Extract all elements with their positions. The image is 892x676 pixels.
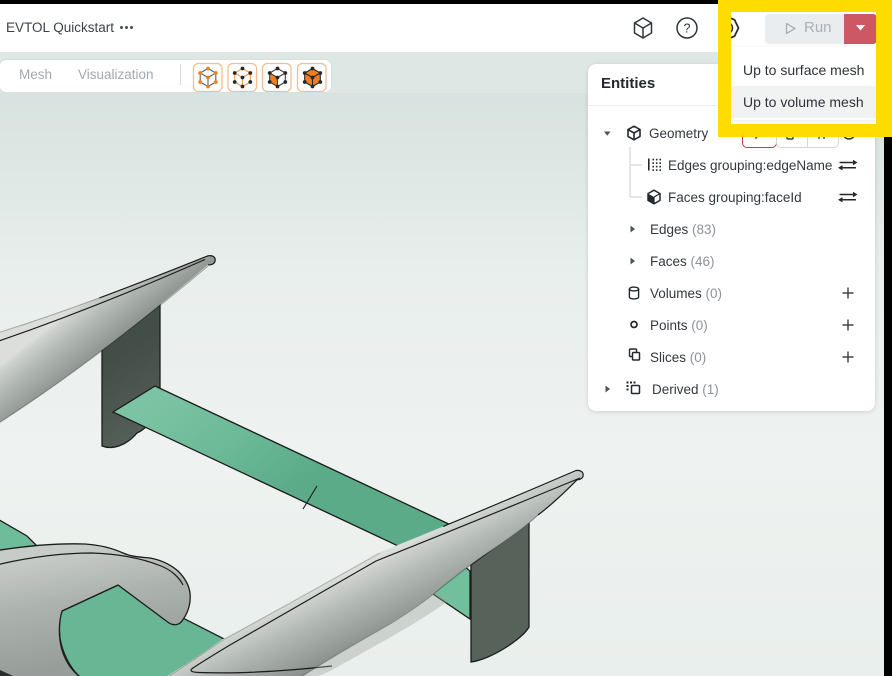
svg-text:?: ?: [684, 22, 691, 36]
